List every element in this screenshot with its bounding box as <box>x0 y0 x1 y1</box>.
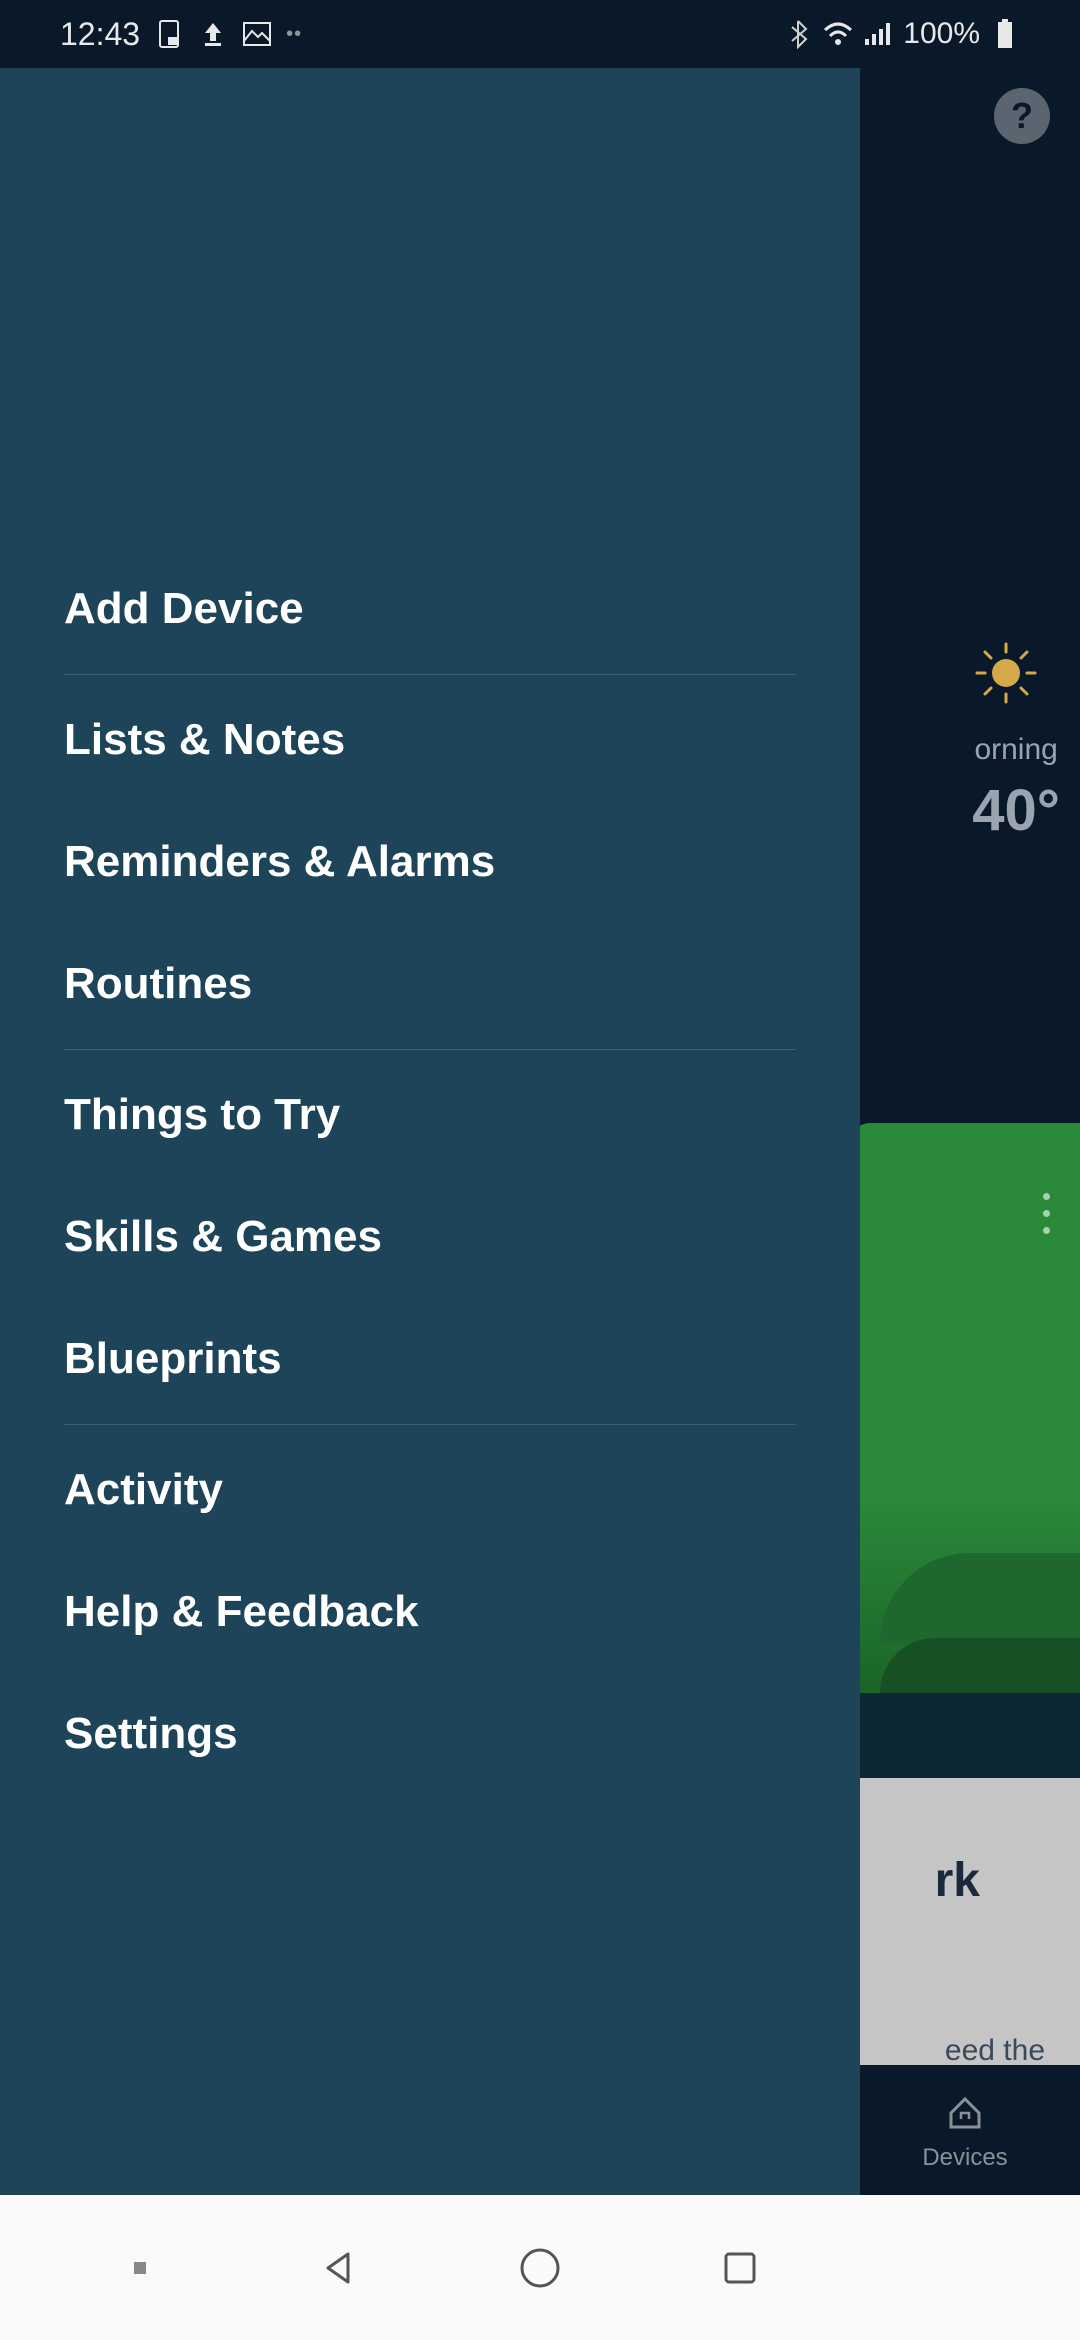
dark-strip <box>850 1693 1080 1778</box>
divider <box>64 1424 796 1425</box>
devices-icon <box>943 2089 987 2138</box>
weather-widget: orning 40° <box>972 638 1060 844</box>
sim-icon <box>154 19 184 49</box>
nav-spacer <box>910 2238 970 2298</box>
status-left: 12:43 •• <box>60 16 302 53</box>
image-icon <box>242 19 272 49</box>
battery-percent: 100% <box>903 17 980 51</box>
menu-things-to-try[interactable]: Things to Try <box>64 1054 796 1176</box>
sun-icon <box>962 638 1050 713</box>
bottom-tab-devices[interactable]: Devices <box>850 2065 1080 2195</box>
menu-lists-notes[interactable]: Lists & Notes <box>64 679 796 801</box>
nav-back-button[interactable] <box>310 2238 370 2298</box>
nav-home-button[interactable] <box>510 2238 570 2298</box>
navigation-drawer: Add Device Lists & Notes Reminders & Ala… <box>0 68 860 2195</box>
status-bar: 12:43 •• <box>0 0 1080 68</box>
menu-routines[interactable]: Routines <box>64 923 796 1045</box>
gray-card-body-fragment: eed the <box>945 2034 1045 2068</box>
divider <box>64 1049 796 1050</box>
gray-card[interactable]: rk eed the <box>850 1778 1080 2098</box>
upload-icon <box>198 19 228 49</box>
menu-skills-games[interactable]: Skills & Games <box>64 1176 796 1298</box>
nav-recent-button[interactable] <box>710 2238 770 2298</box>
wifi-icon <box>823 19 853 49</box>
menu-activity[interactable]: Activity <box>64 1429 796 1551</box>
menu-blueprints[interactable]: Blueprints <box>64 1298 796 1420</box>
battery-icon <box>990 19 1020 49</box>
menu-reminders-alarms[interactable]: Reminders & Alarms <box>64 801 796 923</box>
weather-time-of-day: orning <box>972 733 1060 767</box>
help-icon[interactable]: ? <box>994 88 1050 144</box>
weather-temperature: 40° <box>972 777 1060 844</box>
menu-help-feedback[interactable]: Help & Feedback <box>64 1551 796 1673</box>
gray-card-title-fragment: rk <box>935 1853 980 1908</box>
green-card[interactable] <box>850 1123 1080 1693</box>
signal-icon <box>863 19 893 49</box>
divider <box>64 674 796 675</box>
more-icon: •• <box>286 23 302 46</box>
android-nav-bar <box>0 2195 1080 2340</box>
bluetooth-icon <box>783 19 813 49</box>
menu-add-device[interactable]: Add Device <box>64 548 796 670</box>
card-menu-icon[interactable] <box>1043 1183 1050 1244</box>
status-time: 12:43 <box>60 16 140 53</box>
status-right: 100% <box>783 17 1020 51</box>
menu-settings[interactable]: Settings <box>64 1673 796 1795</box>
tab-label: Devices <box>922 2144 1007 2172</box>
nav-extra[interactable] <box>110 2238 170 2298</box>
